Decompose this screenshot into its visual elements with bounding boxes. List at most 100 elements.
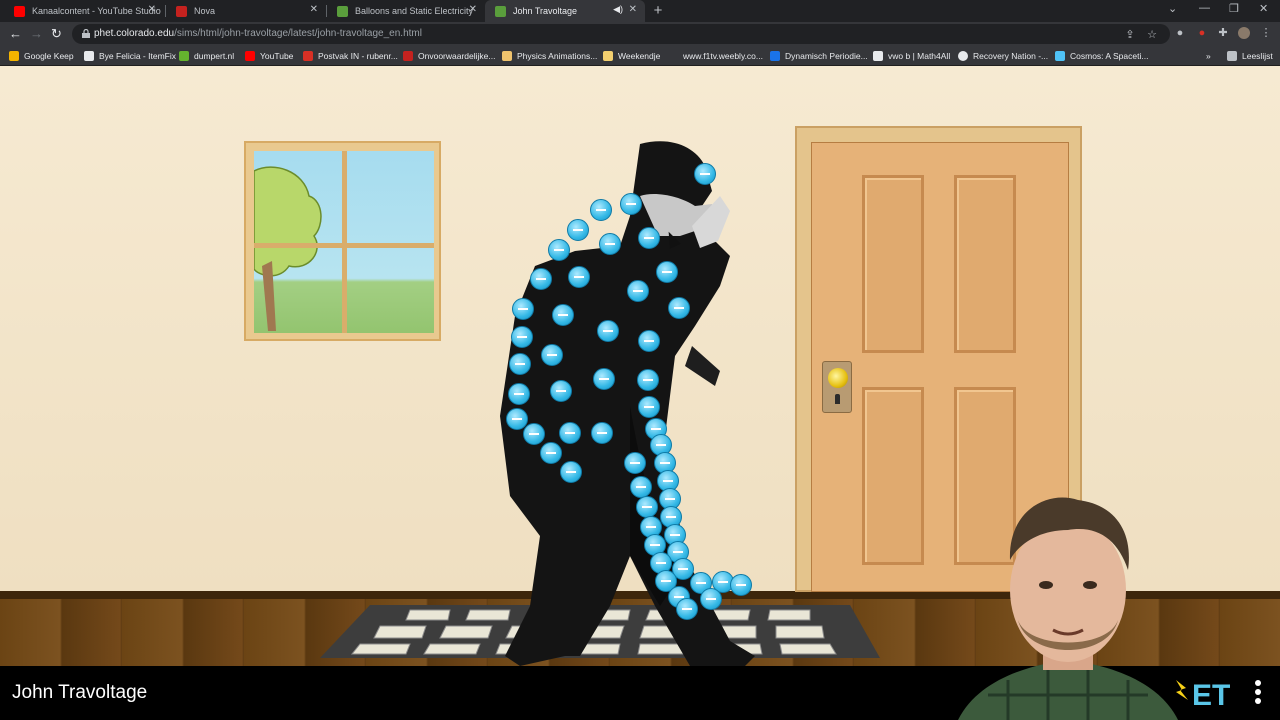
electron[interactable] <box>636 496 658 518</box>
electron[interactable] <box>559 422 581 444</box>
bookmark-weekendje[interactable]: Weekendje <box>603 49 660 63</box>
electron[interactable] <box>624 452 646 474</box>
bookmark-postvak[interactable]: Postvak IN - rubenr... <box>303 49 398 63</box>
bookmark-cosmos[interactable]: Cosmos: A Spaceti... <box>1055 49 1148 63</box>
electron[interactable] <box>511 326 533 348</box>
physics-icon <box>502 51 512 61</box>
window-transom <box>254 243 434 248</box>
electron[interactable] <box>552 304 574 326</box>
electron[interactable] <box>638 330 660 352</box>
close-icon[interactable]: ✕ <box>629 4 637 15</box>
bookmark-onvoorwaardelijke[interactable]: Onvoorwaardelijke... <box>403 49 495 63</box>
electron[interactable] <box>523 423 545 445</box>
youtube-icon <box>245 51 255 61</box>
electron[interactable] <box>568 266 590 288</box>
tab-nova[interactable]: Nova ✕ <box>166 0 326 22</box>
door-panel <box>862 175 924 353</box>
electron[interactable] <box>541 344 563 366</box>
minimize-button[interactable]: — <box>1199 2 1210 14</box>
bookmark-recovery-nation[interactable]: Recovery Nation -... <box>958 49 1048 63</box>
more-bookmarks-button[interactable]: » <box>1206 49 1211 63</box>
electron[interactable] <box>730 574 752 596</box>
close-icon[interactable]: ✕ <box>148 4 156 15</box>
electron[interactable] <box>593 368 615 390</box>
folder-icon <box>603 51 613 61</box>
nova-icon <box>176 5 187 17</box>
cosmos-icon <box>1055 51 1065 61</box>
globe-icon <box>958 51 968 61</box>
electron[interactable] <box>620 193 642 215</box>
electron[interactable] <box>694 163 716 185</box>
electron[interactable] <box>597 320 619 342</box>
electron[interactable] <box>512 298 534 320</box>
bookmark-dumpert[interactable]: dumpert.nl <box>179 49 234 63</box>
phet-menu-button[interactable] <box>1253 680 1263 708</box>
electron[interactable] <box>590 199 612 221</box>
bookmark-icon <box>403 51 413 61</box>
webcam-overlay <box>918 480 1218 720</box>
phet-icon <box>337 5 348 17</box>
electron[interactable] <box>627 280 649 302</box>
bookmark-google-keep[interactable]: Google Keep <box>9 49 74 63</box>
electron[interactable] <box>550 380 572 402</box>
close-icon[interactable]: ✕ <box>469 4 477 15</box>
electron[interactable] <box>637 369 659 391</box>
electron[interactable] <box>548 239 570 261</box>
dumpert-icon <box>179 51 189 61</box>
bookmark-itemfix[interactable]: Bye Felicia - ItemFix <box>84 49 176 63</box>
electron[interactable] <box>508 383 530 405</box>
electron[interactable] <box>509 353 531 375</box>
kebab-menu-icon[interactable]: ⋮ <box>1260 27 1272 39</box>
new-tab-button[interactable]: + <box>650 3 666 19</box>
close-icon[interactable]: ✕ <box>310 4 318 15</box>
speaker-icon[interactable]: ◀) <box>613 4 623 15</box>
doorknob-ball[interactable] <box>828 368 848 388</box>
window <box>244 141 441 341</box>
door-panel <box>954 175 1016 353</box>
star-icon[interactable]: ☆ <box>1146 29 1158 41</box>
bookmark-youtube[interactable]: YouTube <box>245 49 293 63</box>
restore-button[interactable]: ❐ <box>1229 2 1239 15</box>
close-window-button[interactable]: ✕ <box>1259 2 1268 15</box>
bookmark-periodic[interactable]: Dynamisch Periodie... <box>770 49 868 63</box>
electron[interactable] <box>567 219 589 241</box>
avatar[interactable] <box>1238 27 1250 39</box>
bookmark-math4all[interactable]: vwo b | Math4All <box>873 49 950 63</box>
address-bar[interactable]: phet.colorado.edu/sims/html/john-travolt… <box>72 24 1170 44</box>
electron[interactable] <box>591 422 613 444</box>
reload-button[interactable]: ↻ <box>51 26 62 42</box>
keyhole-icon <box>835 394 840 404</box>
periodic-icon <box>770 51 780 61</box>
electron[interactable] <box>630 476 652 498</box>
back-button[interactable]: ← <box>9 26 22 41</box>
tab-youtube-studio[interactable]: Kanaalcontent - YouTube Studio ✕ <box>4 0 164 22</box>
door-panel <box>862 387 924 565</box>
electron[interactable] <box>656 261 678 283</box>
electron[interactable] <box>530 268 552 290</box>
extension-icon-2[interactable]: ● <box>1196 27 1208 39</box>
bookmark-physics-animations[interactable]: Physics Animations... <box>502 49 597 63</box>
tab-label: Balloons and Static Electricity <box>355 6 474 16</box>
tab-strip: Kanaalcontent - YouTube Studio ✕ Nova ✕ … <box>0 0 1280 22</box>
electron[interactable] <box>540 442 562 464</box>
tab-john-travoltage[interactable]: John Travoltage ◀) ✕ <box>485 0 645 22</box>
bookmark-f1tv[interactable]: www.f1tv.weebly.co... <box>683 49 763 63</box>
tab-label: John Travoltage <box>513 6 578 16</box>
extension-icon-1[interactable]: ● <box>1174 27 1186 39</box>
electron[interactable] <box>599 233 621 255</box>
tab-search-icon[interactable]: ⌄ <box>1168 2 1177 15</box>
doorknob[interactable] <box>822 361 852 413</box>
browser-toolbar: ← → ↻ phet.colorado.edu/sims/html/john-t… <box>0 22 1280 46</box>
electron[interactable] <box>638 396 660 418</box>
electron[interactable] <box>676 598 698 620</box>
share-icon[interactable]: ⇪ <box>1124 29 1136 41</box>
forward-button[interactable]: → <box>30 26 43 41</box>
url-path: /sims/html/john-travoltage/latest/john-t… <box>174 28 422 39</box>
electron[interactable] <box>638 227 660 249</box>
tab-balloons[interactable]: Balloons and Static Electricity ✕ <box>327 0 485 22</box>
electron[interactable] <box>560 461 582 483</box>
electron[interactable] <box>668 297 690 319</box>
puzzle-icon[interactable]: ✚ <box>1217 27 1229 39</box>
electron[interactable] <box>700 588 722 610</box>
reading-list-button[interactable]: Leeslijst <box>1227 49 1273 63</box>
